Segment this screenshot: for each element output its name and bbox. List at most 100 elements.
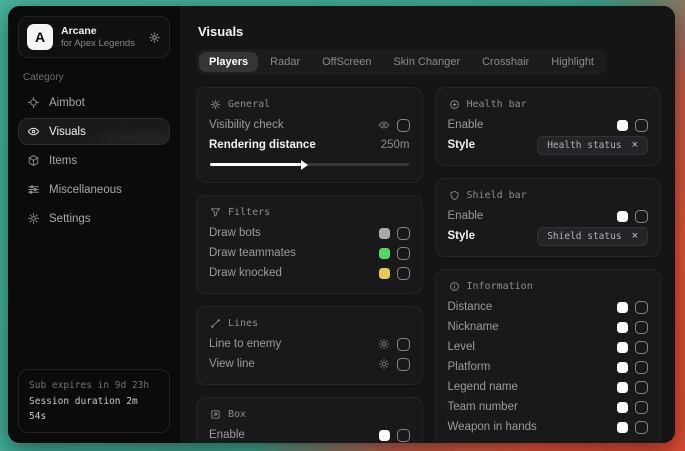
row-label: Draw knocked (209, 267, 282, 279)
box-enable-color-swatch[interactable] (379, 430, 390, 441)
draw-bots-checkbox[interactable] (397, 227, 410, 240)
draw-teammates-checkbox[interactable] (397, 247, 410, 260)
row-label: Level (448, 341, 476, 353)
sidebar-item-aimbot[interactable]: Aimbot (18, 89, 170, 116)
distance-color-swatch[interactable] (617, 302, 628, 313)
box-enable-checkbox[interactable] (397, 429, 410, 442)
eye-icon[interactable] (378, 119, 390, 131)
row-weapon-in-hands: Weapon in hands (448, 417, 649, 437)
shield-style-value: Shield status (547, 231, 621, 242)
level-color-swatch[interactable] (617, 342, 628, 353)
shield-style-select[interactable]: Shield status × (537, 227, 648, 246)
row-label: Rendering distance (209, 139, 316, 151)
eye-icon (27, 125, 40, 138)
sliders-icon (27, 183, 40, 196)
draw-teammates-color-swatch[interactable] (379, 248, 390, 259)
draw-knocked-color-swatch[interactable] (379, 268, 390, 279)
row-label: Draw teammates (209, 247, 296, 259)
gear-icon[interactable] (378, 358, 390, 370)
panel-information: Information Distance Nickname (435, 269, 662, 443)
slider-handle[interactable] (301, 160, 308, 170)
shield-icon (449, 190, 460, 201)
panel-title: General (228, 99, 270, 110)
sidebar-item-label: Miscellaneous (49, 184, 122, 196)
panel-title: Lines (228, 318, 258, 329)
platform-checkbox[interactable] (635, 361, 648, 374)
sidebar-item-visuals[interactable]: Visuals (18, 118, 170, 145)
app-name: Arcane (61, 25, 135, 38)
row-health-style: Style Health status × (448, 135, 649, 155)
panel-title: Box (228, 409, 246, 420)
row-draw-bots: Draw bots (209, 223, 410, 243)
team-number-checkbox[interactable] (635, 401, 648, 414)
cube-icon (27, 154, 40, 167)
health-enable-checkbox[interactable] (635, 119, 648, 132)
health-enable-color-swatch[interactable] (617, 120, 628, 131)
line-to-enemy-checkbox[interactable] (397, 338, 410, 351)
draw-bots-color-swatch[interactable] (379, 228, 390, 239)
weapon-color-swatch[interactable] (617, 422, 628, 433)
row-distance: Distance (448, 297, 649, 317)
tab-radar[interactable]: Radar (260, 52, 310, 72)
panel-general: General Visibility check (196, 87, 423, 183)
row-view-line: View line (209, 354, 410, 374)
tab-crosshair[interactable]: Crosshair (472, 52, 539, 72)
row-health-enable: Enable (448, 115, 649, 135)
nickname-checkbox[interactable] (635, 321, 648, 334)
level-checkbox[interactable] (635, 341, 648, 354)
legend-name-checkbox[interactable] (635, 381, 648, 394)
health-style-select[interactable]: Health status × (537, 136, 648, 155)
close-icon[interactable]: × (632, 231, 638, 242)
shield-enable-checkbox[interactable] (635, 210, 648, 223)
sidebar-item-items[interactable]: Items (18, 147, 170, 174)
rendering-distance-slider[interactable] (210, 158, 409, 170)
page-title: Visuals (198, 24, 661, 39)
row-label: Visibility check (209, 119, 284, 131)
panel-title: Health bar (467, 99, 527, 110)
row-box-enable: Enable (209, 425, 410, 443)
legend-name-color-swatch[interactable] (617, 382, 628, 393)
panel-lines: Lines Line to enemy (196, 306, 423, 385)
app-window: A Arcane for Apex Legends Category (8, 6, 675, 443)
account-settings-icon[interactable] (148, 31, 161, 44)
panel-title: Information (467, 281, 533, 292)
gear-icon (210, 99, 221, 110)
tab-offscreen[interactable]: OffScreen (312, 52, 381, 72)
tab-highlight[interactable]: Highlight (541, 52, 604, 72)
tab-players[interactable]: Players (199, 52, 258, 72)
view-line-checkbox[interactable] (397, 358, 410, 371)
visibility-check-checkbox[interactable] (397, 119, 410, 132)
row-label: View line (209, 358, 255, 370)
shield-enable-color-swatch[interactable] (617, 211, 628, 222)
circle-plus-icon (449, 99, 460, 110)
platform-color-swatch[interactable] (617, 362, 628, 373)
tab-skin-changer[interactable]: Skin Changer (383, 52, 470, 72)
row-level: Level (448, 337, 649, 357)
row-legend-name: Legend name (448, 377, 649, 397)
row-visibility-check: Visibility check (209, 115, 410, 135)
subscription-status-card: Sub expires in 9d 23h Session duration 2… (18, 369, 170, 433)
sidebar-item-settings[interactable]: Settings (18, 205, 170, 232)
sidebar-item-label: Aimbot (49, 97, 85, 109)
row-label: Distance (448, 301, 493, 313)
category-label: Category (23, 72, 170, 83)
nickname-color-swatch[interactable] (617, 322, 628, 333)
row-label: Draw bots (209, 227, 261, 239)
gear-icon[interactable] (378, 338, 390, 350)
rendering-distance-value: 250m (381, 139, 410, 151)
gear-icon (27, 212, 40, 225)
sidebar-item-miscellaneous[interactable]: Miscellaneous (18, 176, 170, 203)
row-label: Style (448, 139, 476, 151)
panel-filters: Filters Draw bots Draw teammates (196, 195, 423, 294)
box-select-icon (210, 409, 221, 420)
team-number-color-swatch[interactable] (617, 402, 628, 413)
sidebar-item-label: Items (49, 155, 77, 167)
draw-knocked-checkbox[interactable] (397, 267, 410, 280)
weapon-checkbox[interactable] (635, 421, 648, 434)
distance-checkbox[interactable] (635, 301, 648, 314)
close-icon[interactable]: × (632, 140, 638, 151)
panel-title: Shield bar (467, 190, 527, 201)
row-label: Enable (448, 210, 484, 222)
panel-columns: General Visibility check (196, 87, 661, 443)
row-label: Team number (448, 401, 518, 413)
